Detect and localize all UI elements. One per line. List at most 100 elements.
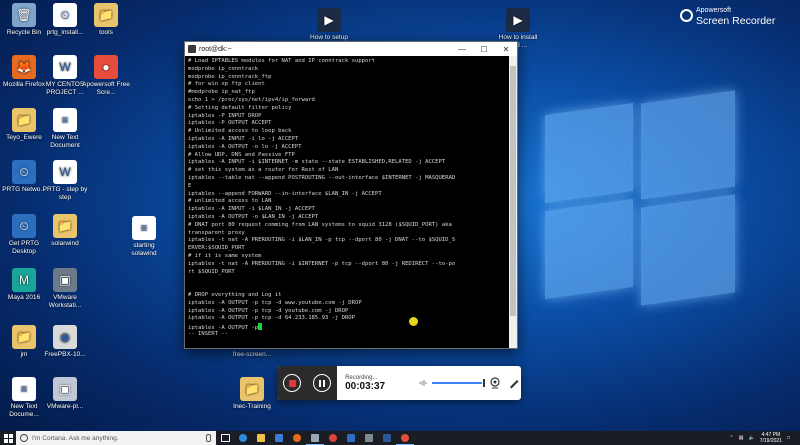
close-icon[interactable]: ✕: [495, 42, 517, 56]
webcam-icon[interactable]: [488, 376, 502, 390]
chrome-icon[interactable]: [324, 431, 342, 445]
terminal-line-text: # DROP everything and Log it: [188, 291, 282, 298]
terminal-line: # DROP everything and Log it: [188, 292, 507, 300]
desktop-icon-image: ●: [94, 55, 118, 79]
terminal-line-text: iptables -A INPUT -i $LAN_IN -j ACCEPT: [188, 206, 315, 213]
terminal-line-text: iptables -A OUTPUT -p tcp -d www.youtube…: [188, 299, 362, 306]
desktop-icon-image: 📁: [240, 377, 264, 401]
desktop-icon[interactable]: 📁 solarwind: [41, 214, 89, 248]
terminal-line-text: # Load IPTABLES modules for NAT and IP c…: [188, 58, 376, 64]
putty-taskbar-icon[interactable]: [306, 431, 324, 445]
vmware-taskbar-icon[interactable]: [360, 431, 378, 445]
recorder-taskbar-icon[interactable]: [396, 431, 414, 445]
terminal-line-text: iptables -P OUTPUT ACCEPT: [188, 120, 272, 127]
cortana-search-box[interactable]: I'm Cortana. Ask me anything.: [16, 431, 216, 445]
desktop-icon-image: ▣: [53, 377, 77, 401]
desktop-icon-image: 🦊: [12, 55, 36, 79]
mail-icon[interactable]: [342, 431, 360, 445]
taskbar: I'm Cortana. Ask me anything. ⌃ ▤ 🔈 4:47…: [0, 431, 800, 445]
desktop-icon-image: 🗑: [12, 3, 36, 27]
desktop-icon-label: Inec-Training: [233, 403, 271, 410]
chevron-up-icon[interactable]: ⌃: [730, 435, 734, 441]
desktop-icon-label: PRTG - step by step: [42, 186, 88, 201]
terminal-line: iptables -A OUTPUT -p tcp -d youtube.com…: [188, 308, 507, 316]
desktop-icon[interactable]: ▣ VMware-pl...: [41, 377, 89, 411]
desktop-icon[interactable]: 📁 tools: [82, 3, 130, 37]
terminal-titlebar[interactable]: root@dk:~ — ☐ ✕: [185, 42, 517, 56]
terminal-line: iptables -A INPUT -i $INTERNET -m state …: [188, 159, 507, 167]
terminal-line: iptables -P OUTPUT ACCEPT: [188, 120, 507, 128]
terminal-line-text: iptables -A OUTPUT -o $LAN_IN -j ACCEPT: [188, 213, 319, 220]
recording-timer: 00:03:37: [345, 380, 386, 392]
terminal-window[interactable]: root@dk:~ — ☐ ✕ # Load IPTABLES modules …: [184, 41, 518, 349]
terminal-line-text: # DNAT port 80 request comming from LAN …: [188, 221, 452, 228]
notifications-icon[interactable]: □: [787, 435, 790, 441]
terminal-line-text: rt $SQUID_PORT: [188, 268, 235, 275]
terminal-line: E: [188, 183, 507, 191]
pause-button[interactable]: [313, 374, 332, 392]
terminal-line: iptables -A OUTPUT -p tcp -d 64.233.185.…: [188, 315, 507, 323]
start-button[interactable]: [0, 431, 16, 445]
clock[interactable]: 4:47 PM 7/19/2021: [760, 432, 782, 444]
terminal-line: iptables --table nat --append POSTROUTIN…: [188, 175, 507, 183]
stop-button[interactable]: [283, 374, 302, 392]
terminal-line: iptables -P INPUT DROP: [188, 113, 507, 121]
terminal-line: iptables -A OUTPUT -p tcp -d www.youtube…: [188, 300, 507, 308]
volume-slider[interactable]: [431, 379, 485, 387]
volume-icon[interactable]: 🔈: [748, 435, 754, 441]
terminal-line-text: iptables -A OUTPUT -p tcp -d 64.233.185.…: [188, 315, 355, 322]
desktop-icon-image: ▣: [53, 268, 77, 292]
watermark-line1: Apowersoft: [696, 7, 732, 14]
terminal-line: #modprobe ip_nat_ftp: [188, 89, 507, 97]
desktop-icon-label: tools: [99, 29, 113, 36]
desktop-icon[interactable]: W PRTG - step by step: [41, 160, 89, 202]
word-icon[interactable]: [378, 431, 396, 445]
desktop-icon-image: ≡: [53, 108, 77, 132]
terminal-line: # Unlimited access to loop back: [188, 128, 507, 136]
scrollbar-thumb[interactable]: [510, 66, 516, 316]
desktop-icon-image: ≡: [132, 216, 156, 240]
desktop-icon[interactable]: ◉ FreePBX-10...: [41, 325, 89, 359]
desktop-icon-image: M: [12, 268, 36, 292]
desktop-icon-image: ▶: [506, 8, 530, 32]
firefox-taskbar-icon[interactable]: [288, 431, 306, 445]
mic-icon[interactable]: [206, 434, 211, 442]
desktop-icon-label: VMware-pl...: [46, 403, 84, 410]
pen-icon[interactable]: [507, 376, 521, 390]
desktop-icon-image: ⏲: [12, 160, 36, 184]
desktop-icon-image: 📁: [12, 108, 36, 132]
clock-date: 7/19/2021: [759, 438, 782, 444]
terminal-line-text: # for win xp ftp client: [188, 81, 265, 88]
terminal-line-text: #modprobe ip_nat_ftp: [188, 89, 255, 96]
terminal-line-text: iptables -P INPUT DROP: [188, 112, 262, 119]
terminal-line: echo 1 > /proc/sys/net/ipv4/ip_forward: [188, 97, 507, 105]
file-explorer-icon[interactable]: [252, 431, 270, 445]
terminal-line: # Setting default filter policy: [188, 105, 507, 113]
terminal-line-text: ERVER:$SQUID_PORT: [188, 245, 245, 252]
terminal-scrollbar[interactable]: [509, 56, 517, 348]
terminal-output[interactable]: # Load IPTABLES modules for NAT and IP c…: [185, 56, 509, 348]
terminal-line: iptables -t nat -A PREROUTING -i $LAN_IN…: [188, 237, 507, 245]
circle-icon: [20, 434, 28, 442]
task-view-icon[interactable]: [216, 431, 234, 445]
maximize-icon[interactable]: ☐: [473, 42, 495, 56]
desktop-icon[interactable]: ▣ VMware Workstati...: [41, 268, 89, 310]
terminal-line-text: # Setting default filter policy: [188, 104, 292, 111]
desktop-icon-label: New Text Document: [50, 134, 80, 149]
desktop-icon[interactable]: ≡ starting solawind: [120, 216, 168, 258]
edge-icon[interactable]: [234, 431, 252, 445]
store-icon[interactable]: [270, 431, 288, 445]
desktop-icon[interactable]: ● Apowersoft Free Scre...: [82, 55, 130, 97]
minimize-icon[interactable]: —: [451, 42, 473, 56]
terminal-line-text: iptables -A OUTPUT -p tcp -d youtube.com…: [188, 307, 349, 314]
terminal-line: # set this system as a router for Rest o…: [188, 167, 507, 175]
desktop-icon-label: free-screen...: [232, 351, 272, 358]
desktop-icon-image: ▶: [317, 8, 341, 32]
terminal-line: transparent proxy: [188, 230, 507, 238]
terminal-line: # Allow UDP, DNS and Passive FTP: [188, 152, 507, 160]
network-icon[interactable]: ▤: [739, 435, 744, 441]
desktop-icon[interactable]: 📁 Inec-Training: [228, 377, 276, 411]
desktop-icon[interactable]: ≡ New Text Document: [41, 108, 89, 150]
windows-logo-wallpaper: [545, 90, 735, 306]
